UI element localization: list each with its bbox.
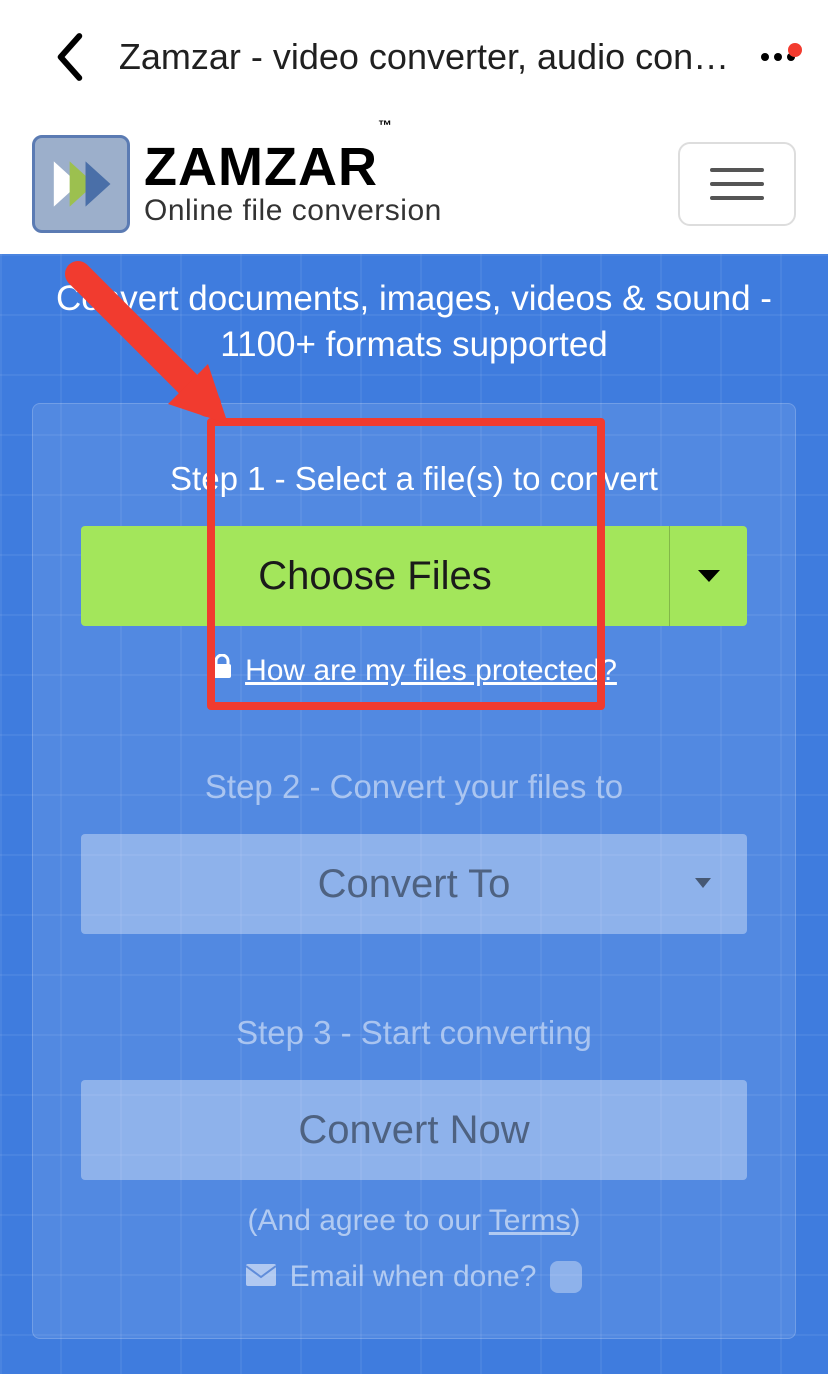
hero-section: Convert documents, images, videos & soun… bbox=[0, 254, 828, 1374]
choose-files-row: Choose Files bbox=[81, 526, 747, 626]
more-menu-button[interactable] bbox=[748, 53, 808, 61]
back-button[interactable] bbox=[40, 33, 100, 81]
page-title: Zamzar - video converter, audio con… bbox=[100, 36, 748, 78]
convert-card: Step 1 - Select a file(s) to convert Cho… bbox=[32, 403, 796, 1339]
files-protected-link[interactable]: How are my files protected? bbox=[211, 654, 617, 688]
hamburger-menu-button[interactable] bbox=[678, 142, 796, 226]
caret-down-icon bbox=[695, 875, 711, 893]
convert-now-button[interactable]: Convert Now bbox=[81, 1080, 747, 1180]
choose-files-dropdown-button[interactable] bbox=[669, 526, 747, 626]
logo[interactable]: ZAMZAR™ Online file conversion bbox=[32, 135, 442, 233]
email-when-done-label: Email when done? bbox=[290, 1260, 537, 1294]
logo-tagline: Online file conversion bbox=[144, 194, 442, 228]
browser-top-bar: Zamzar - video converter, audio con… bbox=[0, 0, 828, 114]
email-when-done-checkbox[interactable] bbox=[550, 1261, 582, 1293]
choose-files-button[interactable]: Choose Files bbox=[81, 526, 669, 626]
terms-row: (And agree to our Terms) bbox=[81, 1204, 747, 1238]
chevron-left-icon bbox=[56, 33, 84, 81]
terms-link[interactable]: Terms bbox=[489, 1204, 571, 1237]
logo-text: ZAMZAR™ Online file conversion bbox=[144, 140, 442, 228]
logo-brand: ZAMZAR™ bbox=[144, 140, 442, 194]
step2-label: Step 2 - Convert your files to bbox=[81, 768, 747, 806]
email-when-done-row: Email when done? bbox=[81, 1260, 747, 1294]
files-protected-text: How are my files protected? bbox=[245, 654, 617, 688]
hamburger-icon bbox=[710, 168, 764, 172]
lock-icon bbox=[211, 654, 233, 688]
caret-down-icon bbox=[698, 570, 720, 582]
logo-mark-icon bbox=[32, 135, 130, 233]
step3-label: Step 3 - Start converting bbox=[81, 1014, 747, 1052]
convert-to-select[interactable]: Convert To bbox=[81, 834, 747, 934]
convert-to-label: Convert To bbox=[318, 862, 511, 907]
notification-dot-icon bbox=[788, 43, 802, 57]
hero-text: Convert documents, images, videos & soun… bbox=[0, 276, 828, 367]
site-header: ZAMZAR™ Online file conversion bbox=[0, 114, 828, 254]
email-icon bbox=[246, 1260, 276, 1294]
step1-label: Step 1 - Select a file(s) to convert bbox=[81, 460, 747, 498]
